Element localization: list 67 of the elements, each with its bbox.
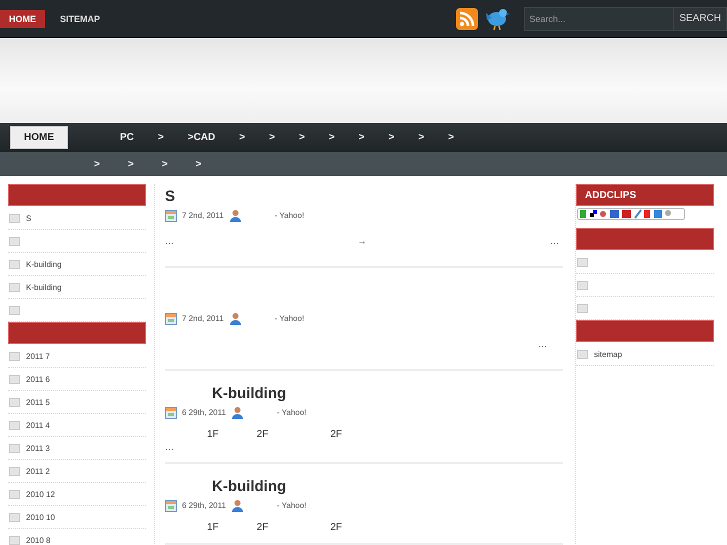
nav-link[interactable]: >	[388, 132, 394, 143]
top-menu-link[interactable]: SITEMAP	[51, 10, 110, 28]
sidebar-link[interactable]: sitemap	[594, 350, 622, 358]
post-category[interactable]: - Yahoo!	[274, 211, 304, 220]
user-icon	[228, 312, 242, 325]
post-category[interactable]: - Yahoo!	[274, 314, 304, 323]
user-icon	[230, 499, 244, 512]
nav-link[interactable]: >	[239, 132, 246, 143]
user-icon	[228, 209, 242, 222]
bird-icon[interactable]	[484, 6, 510, 30]
nav-link[interactable]: >	[298, 132, 305, 143]
nav-link[interactable]: PC	[120, 132, 134, 143]
floor-label: 1F	[207, 522, 219, 533]
user-icon	[230, 406, 244, 419]
post-category[interactable]: - Yahoo!	[276, 501, 306, 510]
widget-title: ADDCLIPS	[585, 190, 636, 200]
home-button[interactable]: HOME	[10, 126, 68, 149]
post-date: 6 29th, 2011	[182, 408, 226, 417]
floor-label: 2F	[256, 429, 268, 440]
nav-link[interactable]: >	[162, 158, 168, 170]
bookmark-icons-drawing[interactable]	[577, 208, 685, 220]
top-menu-link[interactable]: HOME	[0, 10, 45, 28]
sidebar-link[interactable]: K-building	[26, 282, 62, 292]
post-date: 6 29th, 2011	[182, 501, 226, 510]
excerpt-text: …	[165, 442, 174, 452]
floor-label: 1F	[207, 429, 219, 440]
excerpt-text: …	[165, 236, 174, 246]
floor-label: 2F	[256, 522, 268, 533]
nav-link[interactable]: >	[158, 132, 164, 143]
sidebar-link[interactable]: 2011 5	[26, 398, 50, 406]
calendar-icon	[165, 406, 177, 418]
sidebar-link[interactable]: S	[26, 214, 32, 222]
nav-link[interactable]: >	[448, 132, 454, 143]
rss-icon[interactable]	[456, 8, 478, 30]
floor-label: 2F	[330, 429, 342, 440]
excerpt-text: …	[550, 236, 559, 246]
nav-link[interactable]: >	[269, 132, 275, 143]
post-title[interactable]: K-building	[165, 381, 563, 406]
post-title[interactable]: K-building	[165, 474, 563, 499]
nav-link[interactable]: >CAD	[188, 132, 216, 143]
post-title[interactable]: S	[165, 184, 563, 209]
nav-link[interactable]: >	[94, 158, 100, 170]
nav-link[interactable]: >	[128, 158, 134, 170]
sidebar-link[interactable]: 2011 4	[26, 420, 50, 430]
nav-link[interactable]: >	[358, 132, 364, 143]
calendar-icon	[165, 210, 177, 222]
sidebar-link[interactable]: 2011 6	[26, 374, 50, 384]
calendar-icon	[165, 500, 177, 512]
sidebar-link[interactable]: 2010 8	[26, 536, 50, 544]
sidebar-link[interactable]: 2011 7	[26, 352, 50, 360]
search-field[interactable]: Search...	[524, 6, 674, 30]
sidebar-link[interactable]: 2010 10	[26, 512, 55, 522]
sidebar-link[interactable]: 2010 12	[26, 490, 55, 498]
nav-link[interactable]: >	[196, 158, 202, 170]
sidebar-link[interactable]: 2011 3	[26, 444, 50, 452]
nav-link[interactable]: >	[328, 132, 335, 143]
calendar-icon	[165, 312, 177, 324]
search-button[interactable]: SEARCH	[673, 6, 727, 30]
sidebar-link[interactable]: K-building	[26, 260, 62, 268]
excerpt-text: →	[358, 236, 366, 246]
excerpt-text: …	[538, 339, 547, 349]
post-date: 7 2nd, 2011	[182, 211, 224, 220]
floor-label: 2F	[330, 522, 342, 533]
sidebar-link[interactable]: 2011 2	[26, 466, 50, 476]
post-category[interactable]: - Yahoo!	[276, 408, 306, 417]
post-date: 7 2nd, 2011	[182, 314, 224, 323]
nav-link[interactable]: >	[418, 132, 424, 143]
